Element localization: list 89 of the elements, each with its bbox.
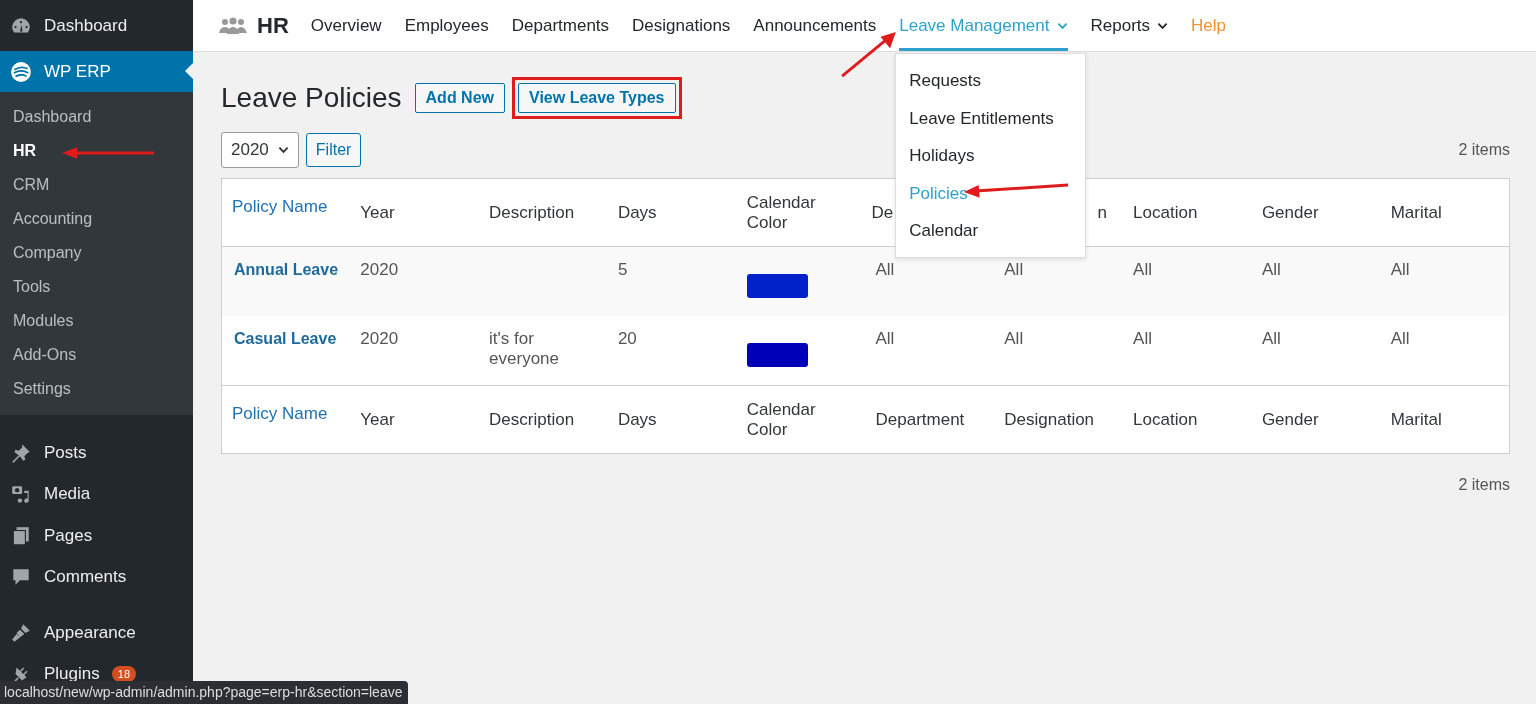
column-footer: Year: [360, 409, 395, 429]
caret-icon: [277, 146, 289, 154]
page-title: Leave Policies: [221, 82, 402, 114]
table-cell: 20: [617, 329, 637, 348]
submenu-item[interactable]: Company: [0, 236, 193, 270]
update-count-badge: 18: [111, 666, 136, 683]
dropdown-item[interactable]: Holidays: [896, 137, 1086, 175]
menu-label: Comments: [44, 567, 127, 588]
table-cell: All: [1133, 260, 1152, 279]
sidebar-item[interactable]: Comments: [0, 556, 193, 598]
nav-tab[interactable]: Designations: [632, 0, 731, 51]
add-new-button[interactable]: Add New: [414, 83, 505, 113]
submenu-item[interactable]: Settings: [0, 372, 193, 406]
sidebar-item[interactable]: WP ERP: [0, 51, 193, 92]
nav-tab[interactable]: Overview: [310, 0, 382, 51]
globe-icon: [10, 60, 32, 83]
brush-icon: [10, 621, 32, 644]
sidebar-item[interactable]: Media: [0, 473, 193, 515]
column-header: Location: [1133, 202, 1198, 222]
module-title: HR: [257, 12, 289, 39]
table-cell: 5: [617, 260, 628, 279]
menu-label: Appearance: [44, 622, 136, 643]
menu-label: Dashboard: [44, 15, 128, 36]
column-footer: Calendar Color: [746, 399, 816, 439]
view-types-button[interactable]: View Leave Types: [518, 83, 676, 113]
nav-tab[interactable]: Departments: [511, 0, 610, 51]
table-cell: 2020: [360, 329, 399, 348]
item-count: 2 items: [1458, 141, 1510, 159]
table-cell: it's for everyone: [489, 329, 560, 368]
nav-tab[interactable]: Announcements: [753, 0, 877, 51]
item-count: 2 items: [1458, 476, 1510, 494]
column-footer: Location: [1133, 409, 1198, 429]
table-cell: All: [875, 260, 895, 279]
policy-link[interactable]: Casual Leave: [234, 330, 337, 347]
status-url-tooltip: localhost/new/wp-admin/admin.php?page=erp-hr&section=leave: [0, 681, 409, 704]
table-cell: All: [1390, 329, 1410, 348]
column-footer: Gender: [1261, 409, 1319, 429]
column-header: Marital: [1390, 202, 1442, 222]
filter-button[interactable]: Filter: [305, 133, 362, 167]
annotation-arrow: [840, 30, 898, 78]
caret-icon: [1056, 21, 1068, 30]
submenu-item[interactable]: Tools: [0, 270, 193, 304]
table-cell: All: [1261, 260, 1281, 279]
submenu-item[interactable]: Accounting: [0, 202, 193, 236]
menu-label: WP ERP: [44, 61, 111, 82]
column-footer: Days: [617, 409, 657, 429]
dropdown-item[interactable]: Requests: [896, 62, 1086, 100]
column-header: Days: [617, 202, 657, 222]
menu-label: Media: [44, 484, 91, 505]
table-cell: All: [1261, 329, 1281, 348]
menu-label: Pages: [44, 525, 93, 546]
column-header: Calendar Color: [746, 192, 816, 232]
nav-tab[interactable]: Reports: [1090, 0, 1169, 51]
table-cell: All: [1004, 329, 1024, 348]
column-header: n: [1097, 202, 1108, 222]
table-cell: All: [875, 329, 895, 348]
column-header[interactable]: Policy Name: [232, 196, 341, 217]
submenu-item[interactable]: CRM: [0, 168, 193, 202]
submenu-item[interactable]: Add-Ons: [0, 338, 193, 372]
column-footer: Department: [875, 409, 965, 429]
submenu-item[interactable]: HR: [0, 134, 193, 168]
sidebar-item[interactable]: Posts: [0, 432, 193, 474]
column-footer[interactable]: Policy Name: [232, 403, 341, 424]
column-header: Year: [360, 202, 395, 222]
sidebar-item[interactable]: Dashboard: [0, 0, 193, 51]
column-footer: Designation: [1004, 409, 1095, 429]
column-footer: Description: [489, 409, 575, 429]
table-cell: 2020: [360, 260, 399, 279]
year-select[interactable]: 2020: [221, 132, 299, 168]
table-cell: All: [1004, 260, 1024, 279]
dropdown-item[interactable]: Calendar: [896, 212, 1086, 250]
nav-tab[interactable]: Employees: [404, 0, 489, 51]
column-header: De: [871, 202, 894, 222]
submenu-item[interactable]: Modules: [0, 304, 193, 338]
column-footer: Marital: [1390, 409, 1442, 429]
sidebar-item[interactable]: Pages: [0, 515, 193, 557]
pages-icon: [10, 524, 32, 547]
policy-link[interactable]: Annual Leave: [234, 261, 339, 278]
menu-label: Posts: [44, 442, 87, 463]
media-icon: [10, 483, 32, 506]
sidebar-item[interactable]: Appearance: [0, 612, 193, 654]
users-icon: [218, 16, 248, 35]
dropdown-item[interactable]: Leave Entitlements: [896, 99, 1086, 137]
column-header: Gender: [1261, 202, 1319, 222]
table-cell: All: [1390, 260, 1410, 279]
submenu-item[interactable]: Dashboard: [0, 100, 193, 134]
caret-icon: [1157, 21, 1169, 30]
table-cell: All: [1133, 329, 1152, 348]
column-header: Description: [489, 202, 575, 222]
